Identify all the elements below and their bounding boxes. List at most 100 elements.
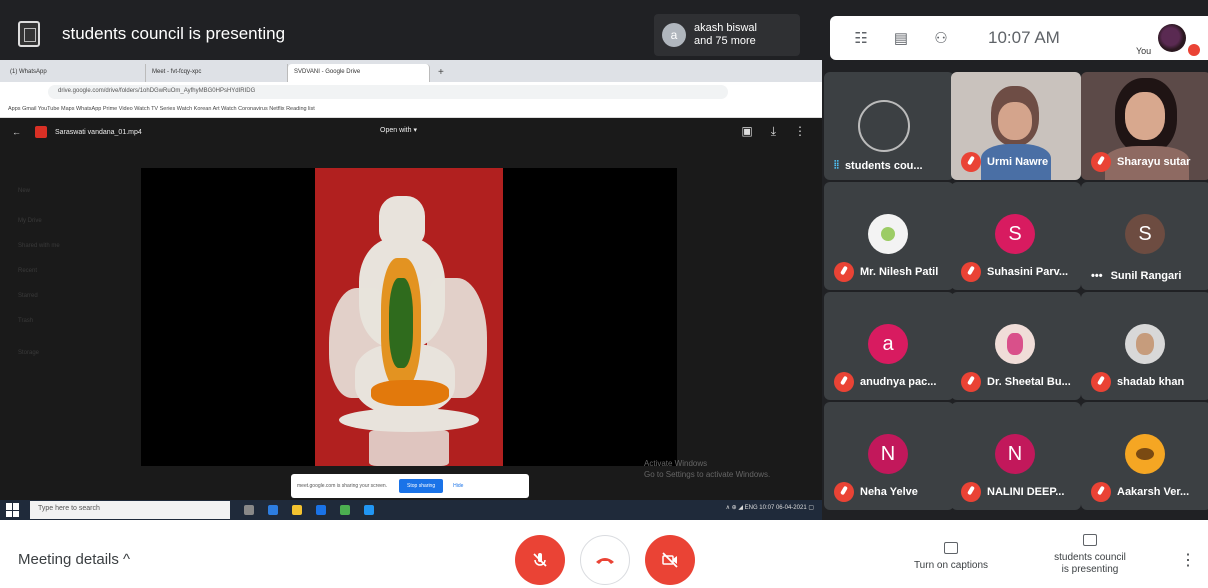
store-icon[interactable] <box>364 505 374 515</box>
participant-name: Suhasini Parv... <box>961 262 1068 282</box>
chat-icon[interactable]: ▤ <box>892 29 910 47</box>
captions-icon <box>944 542 958 554</box>
mic-off-icon <box>834 482 854 502</box>
viewers-chip[interactable]: a akash biswal and 75 more <box>654 14 800 56</box>
participant-avatar <box>1125 324 1165 364</box>
video-file-icon <box>35 126 47 138</box>
participant-tile[interactable]: ⦙⦙ students cou... <box>824 72 954 180</box>
address-bar[interactable]: drive.google.com/drive/folders/1ohDGwRuO… <box>48 85 728 99</box>
browser-tab-drive[interactable]: SVDVANI - Google Drive <box>288 64 430 82</box>
clock: 10:07 AM <box>988 28 1060 47</box>
meeting-details-button[interactable]: Meeting details ^ <box>18 551 130 568</box>
mic-off-icon <box>961 482 981 502</box>
council-logo-icon <box>18 21 40 47</box>
participant-tile[interactable]: Sharayu sutar <box>1081 72 1208 180</box>
bookmarks-bar[interactable]: Apps Gmail YouTube Maps WhatsApp Prime V… <box>0 102 822 118</box>
meeting-top-card: ☷ ▤ ⚇ 10:07 AM You <box>830 16 1208 60</box>
participant-tile[interactable]: Dr. Sheetal Bu... <box>951 292 1081 400</box>
chrome-icon[interactable] <box>340 505 350 515</box>
participant-tile[interactable]: Aakarsh Ver... <box>1081 402 1208 510</box>
drive-side-item: Recent <box>18 268 38 274</box>
mail-icon[interactable] <box>316 505 326 515</box>
stop-sharing-button[interactable]: Stop sharing <box>399 479 444 493</box>
participant-name: Mr. Nilesh Patil <box>834 262 938 282</box>
drive-side-item: Trash <box>18 318 34 324</box>
presenter-title: students council is presenting <box>62 24 286 43</box>
participant-avatar: S <box>995 214 1035 254</box>
drive-side-item: Starred <box>18 293 38 299</box>
participant-tile[interactable]: N Neha Yelve <box>824 402 954 510</box>
council-logo-icon <box>858 100 910 152</box>
mic-off-icon <box>834 372 854 392</box>
more-dots-icon: ••• <box>1091 270 1103 282</box>
share-notice-text: meet.google.com is sharing your screen. <box>297 483 388 489</box>
self-label: You <box>1136 46 1152 56</box>
drive-side-item: Shared with me <box>18 243 60 249</box>
participant-avatar: N <box>868 434 908 474</box>
participant-tile[interactable]: N NALINI DEEP... <box>951 402 1081 510</box>
audio-wave-icon: ⦙⦙ <box>834 159 839 171</box>
edge-icon[interactable] <box>268 505 278 515</box>
windows-taskbar: Type here to search ∧ ⊕ ◢ ENG 10:07 06-0… <box>0 500 822 520</box>
file-name: Saraswati vandana_01.mp4 <box>55 128 142 136</box>
system-tray[interactable]: ∧ ⊕ ◢ ENG 10:07 06-04-2021 ▢ <box>726 504 814 511</box>
participant-name: ••• Sunil Rangari <box>1091 270 1182 282</box>
hang-up-icon <box>596 558 614 564</box>
participant-avatar <box>868 214 908 254</box>
mic-off-icon <box>961 372 981 392</box>
drive-side-item: Storage <box>18 350 40 356</box>
more-options-icon[interactable]: ⋮ <box>1180 550 1196 570</box>
drive-side-item: New <box>18 188 31 194</box>
presentation-stage: students council is presenting a akash b… <box>0 8 822 520</box>
participant-tile[interactable]: shadab khan <box>1081 292 1208 400</box>
windows-start-icon[interactable] <box>6 503 20 517</box>
leave-call-button[interactable] <box>580 535 630 585</box>
back-arrow-icon[interactable]: ← <box>12 127 21 137</box>
people-icon[interactable]: ☷ <box>852 29 870 47</box>
participant-name: Aakarsh Ver... <box>1091 482 1189 502</box>
task-view-icon[interactable] <box>244 505 254 515</box>
participant-name: anudnya pac... <box>834 372 936 392</box>
present-button[interactable]: students council is presenting <box>1030 534 1150 576</box>
mic-off-icon <box>1091 152 1111 172</box>
participant-tile[interactable]: Mr. Nilesh Patil <box>824 182 954 290</box>
presenter-bar: students council is presenting a akash b… <box>0 8 822 60</box>
self-view[interactable]: You <box>1134 20 1202 56</box>
self-avatar <box>1158 24 1186 52</box>
new-tab-button[interactable]: + <box>430 67 452 82</box>
participant-tile[interactable]: S ••• Sunil Rangari <box>1081 182 1208 290</box>
bottom-control-bar: Meeting details ^ Turn on captions stude… <box>0 520 1208 588</box>
drive-side-item: My Drive <box>18 218 42 224</box>
mic-toggle-button[interactable] <box>515 535 565 585</box>
participant-avatar: a <box>868 324 908 364</box>
more-options-icon[interactable]: ⋮ <box>794 124 806 139</box>
participant-tile[interactable]: Urmi Nawre <box>951 72 1081 180</box>
mic-off-icon <box>533 553 547 567</box>
browser-tabstrip: (1) WhatsApp Meet - fvt-fcqy-xpc SVDVANI… <box>0 60 822 82</box>
viewers-line-1: akash biswal <box>694 22 757 34</box>
hide-button[interactable]: Hide <box>453 483 463 489</box>
browser-tab-meet[interactable]: Meet - fvt-fcqy-xpc <box>146 64 288 82</box>
camera-toggle-button[interactable] <box>645 535 695 585</box>
captions-button[interactable]: Turn on captions <box>896 542 1006 571</box>
participant-tile[interactable]: a anudnya pac... <box>824 292 954 400</box>
participant-avatar: S <box>1125 214 1165 254</box>
participant-name: ⦙⦙ students cou... <box>834 159 923 172</box>
participant-avatar <box>995 324 1035 364</box>
taskbar-search-input[interactable]: Type here to search <box>30 501 230 519</box>
viewers-text: akash biswal and 75 more <box>694 22 757 48</box>
drive-preview: ← Saraswati vandana_01.mp4 Open with ▾ ▣… <box>0 118 822 500</box>
browser-tab-whatsapp[interactable]: (1) WhatsApp <box>4 64 146 82</box>
comment-icon[interactable]: ▣ <box>741 124 752 139</box>
video-player[interactable] <box>141 168 677 466</box>
participant-tile[interactable]: S Suhasini Parv... <box>951 182 1081 290</box>
file-explorer-icon[interactable] <box>292 505 302 515</box>
download-icon[interactable]: ⤓ <box>771 124 776 139</box>
open-with-button[interactable]: Open with ▾ <box>380 126 417 134</box>
viewer-avatar: a <box>662 23 686 47</box>
participant-avatar <box>1125 434 1165 474</box>
mic-off-icon <box>1188 44 1200 56</box>
camera-off-icon <box>662 552 678 568</box>
activities-icon[interactable]: ⚇ <box>932 29 950 47</box>
saraswati-statue-image <box>315 168 503 466</box>
